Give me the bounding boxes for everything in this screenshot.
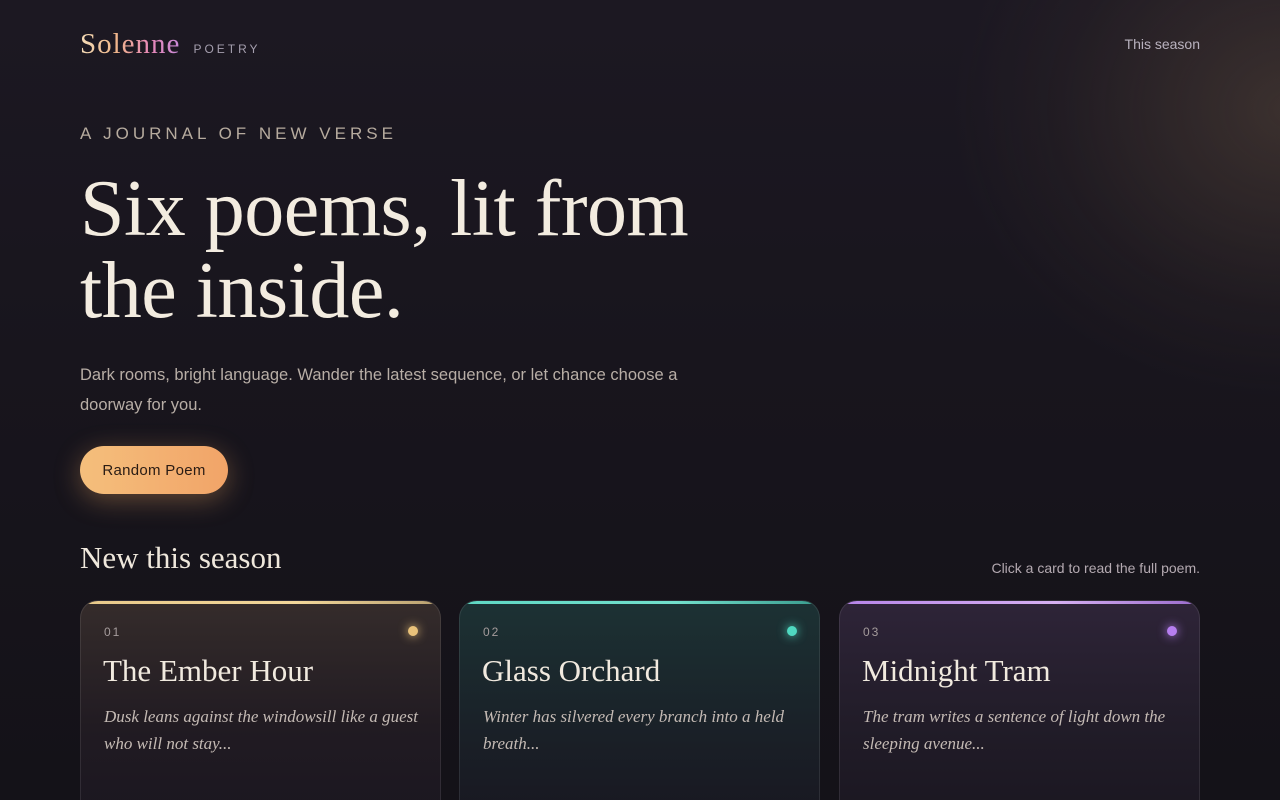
poem-card-excerpt: The tram writes a sentence of light down…: [863, 707, 1166, 753]
random-poem-button[interactable]: Random Poem: [80, 446, 228, 494]
nav-link-this-season[interactable]: This season: [1125, 36, 1200, 52]
poem-card-number: 02: [483, 625, 501, 639]
poem-card-title: The Ember Hour: [103, 653, 314, 688]
hero-eyebrow: A JOURNAL OF NEW VERSE: [80, 124, 397, 143]
poem-card[interactable]: 02 Glass Orchard Winter has silvered eve…: [459, 600, 820, 800]
accent-dot-icon: [408, 626, 418, 636]
hero-subtitle: Dark rooms, bright language. Wander the …: [80, 366, 678, 414]
poem-card-title: Glass Orchard: [482, 653, 661, 688]
poem-card[interactable]: 03 Midnight Tram The tram writes a sente…: [839, 600, 1200, 800]
hero-title: Six poems, lit from the inside.: [80, 168, 780, 332]
accent-dot-icon: [787, 626, 797, 636]
site-header: Solenne POETRY This season: [80, 28, 1200, 64]
poem-card-excerpt: Winter has silvered every branch into a …: [483, 707, 785, 753]
logo-subtitle: POETRY: [193, 42, 261, 56]
poem-card-number: 01: [104, 625, 122, 639]
poem-card-number: 03: [863, 625, 881, 639]
section-title: New this season: [80, 540, 282, 575]
poem-card-list: 01 The Ember Hour Dusk leans against the…: [80, 600, 1200, 800]
poem-card-excerpt: Dusk leans against the windowsill like a…: [104, 707, 419, 753]
site-logo[interactable]: Solenne POETRY: [80, 28, 261, 61]
hero-title-line-1: Six poems, lit from: [80, 165, 689, 253]
poem-card-title: Midnight Tram: [862, 653, 1051, 688]
accent-dot-icon: [1167, 626, 1177, 636]
hero-title-line-2: the inside.: [80, 247, 404, 335]
logo-wordmark: Solenne: [80, 28, 181, 60]
poem-card[interactable]: 01 The Ember Hour Dusk leans against the…: [80, 600, 441, 800]
section-hint: Click a card to read the full poem.: [991, 560, 1200, 576]
